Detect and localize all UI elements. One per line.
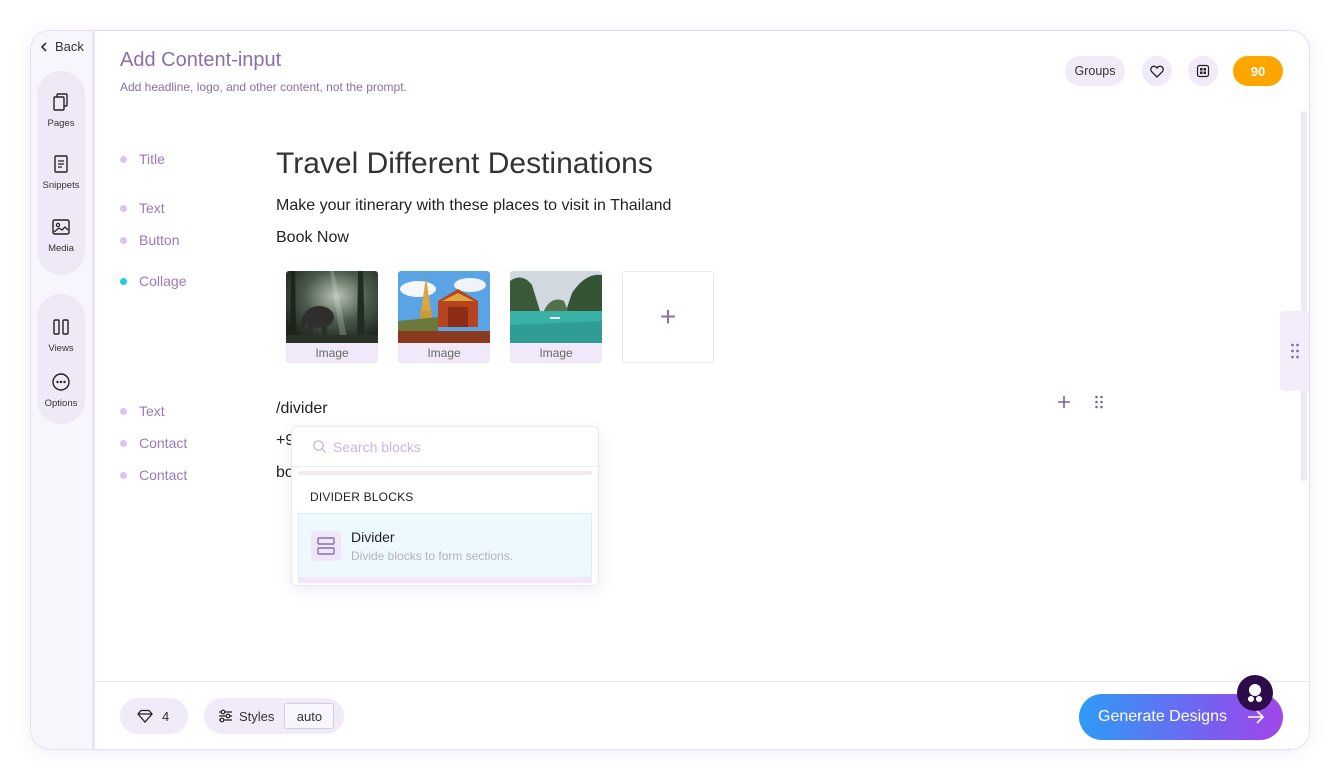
thai-temple-image <box>398 271 490 343</box>
tropical-bay-image <box>510 271 602 343</box>
groups-button[interactable]: Groups <box>1065 56 1125 86</box>
arrow-right-icon <box>1248 710 1265 724</box>
scrollbar[interactable] <box>1301 111 1307 481</box>
field-label-text-2: Text <box>120 403 165 419</box>
rail-group-secondary: Views Options <box>37 294 85 424</box>
field-dot <box>120 204 127 212</box>
button-value[interactable]: Book Now <box>276 229 349 247</box>
elephant-forest-image <box>286 271 378 343</box>
text-value-2[interactable]: /divider <box>276 400 328 418</box>
styles-control[interactable]: Styles auto <box>204 698 344 734</box>
field-dot <box>120 155 127 163</box>
field-label-text: Contact <box>139 467 188 483</box>
field-label-text: Text <box>120 200 165 216</box>
favorite-button[interactable] <box>1142 56 1172 86</box>
rail-item-label: Pages <box>47 117 75 129</box>
rail-item-pages[interactable]: Pages <box>37 79 85 141</box>
chevron-left-icon <box>40 41 47 52</box>
media-icon <box>52 219 70 235</box>
collage-image-2[interactable]: Image <box>398 271 490 363</box>
field-label-contact: Contact <box>120 435 187 451</box>
field-label-text: Title <box>139 151 165 167</box>
field-label-text: Button <box>139 232 180 248</box>
field-label-contact-2: Contact <box>120 467 187 483</box>
block-search-row <box>292 427 598 467</box>
title-value[interactable]: Travel Different Destinations <box>276 147 653 181</box>
generate-label: Generate Designs <box>1098 708 1227 725</box>
field-label-text: Text <box>139 200 165 216</box>
field-label-title: Title <box>120 151 165 167</box>
rail-item-media[interactable]: Media <box>37 204 85 267</box>
field-dot <box>120 439 127 447</box>
collage-image-3[interactable]: Image <box>510 271 602 363</box>
heart-icon <box>1150 65 1164 78</box>
drag-dots-icon <box>1095 395 1103 409</box>
option-text: Divider Divide blocks to form sections. <box>351 529 513 563</box>
assistant-icon <box>1248 684 1262 702</box>
left-rail: Back Pages Snippets Media Views Options <box>31 31 95 749</box>
collage-image-1[interactable]: Image <box>286 271 378 363</box>
image-caption: Image <box>398 343 490 363</box>
gem-icon <box>137 709 153 723</box>
footer-bar: 4 Styles auto Generate Designs <box>95 681 1309 749</box>
page-title: Add Content-input <box>120 49 282 71</box>
option-description: Divide blocks to form sections. <box>351 549 514 563</box>
rail-item-label: Views <box>48 342 74 354</box>
groups-label: Groups <box>1074 64 1116 78</box>
field-label-collage: Collage <box>120 273 186 289</box>
rail-item-label: Media <box>48 243 74 254</box>
styles-label: Styles <box>239 708 275 724</box>
back-button[interactable]: Back <box>39 39 84 54</box>
layout-grid-icon <box>1196 64 1210 78</box>
block-picker-dropdown: DIVIDER BLOCKS Divider Divide blocks to … <box>291 426 599 586</box>
gem-count: 4 <box>162 708 170 724</box>
field-dot <box>120 236 127 244</box>
app-window: Back Pages Snippets Media Views Options … <box>30 30 1310 750</box>
option-accent-bar <box>298 577 592 583</box>
field-label-text: Contact <box>139 435 188 451</box>
image-caption: Image <box>286 343 378 363</box>
page-subtitle: Add headline, logo, and other content, n… <box>120 80 407 94</box>
divider-block-icon-wrap <box>311 531 341 561</box>
text-value[interactable]: Make your itinerary with these places to… <box>276 197 671 215</box>
divider-icon <box>317 537 335 555</box>
views-icon <box>53 318 69 335</box>
plus-label: + <box>659 301 677 332</box>
back-label: Back <box>55 39 84 54</box>
field-label-button: Button <box>120 232 179 248</box>
field-dot <box>120 471 127 479</box>
rail-item-options[interactable]: Options <box>37 366 85 414</box>
drag-handle[interactable] <box>1094 394 1104 415</box>
credits-value: 90 <box>1250 63 1266 79</box>
rail-item-label: Options <box>44 397 78 409</box>
layout-button[interactable] <box>1188 56 1218 86</box>
field-label-text: Collage <box>139 273 187 289</box>
divider-block-option[interactable]: Divider Divide blocks to form sections. <box>298 513 592 579</box>
block-search-input[interactable] <box>333 438 573 455</box>
credits-badge[interactable]: 90 <box>1233 56 1283 86</box>
help-assistant-button[interactable] <box>1237 675 1273 711</box>
rail-group-primary: Pages Snippets Media <box>37 71 85 275</box>
gem-count-button[interactable]: 4 <box>120 698 188 734</box>
field-label-text: Text <box>139 403 165 419</box>
field-dot-active <box>120 277 127 285</box>
sliders-icon <box>219 709 232 723</box>
add-image-button[interactable]: + <box>622 271 714 363</box>
plus-icon <box>1058 396 1070 408</box>
add-block-button[interactable] <box>1056 394 1072 415</box>
field-dot <box>120 407 127 415</box>
pages-icon <box>53 92 68 111</box>
rail-item-snippets[interactable]: Snippets <box>37 141 85 204</box>
option-title: Divider <box>351 529 395 545</box>
options-icon <box>52 372 70 391</box>
drag-dots-icon <box>1291 343 1299 359</box>
rail-item-views[interactable]: Views <box>37 304 85 366</box>
side-panel-handle[interactable] <box>1280 311 1309 391</box>
snippets-icon <box>54 155 68 173</box>
image-caption: Image <box>510 343 602 363</box>
rail-item-label: Snippets <box>42 180 80 191</box>
styles-value-select[interactable]: auto <box>284 703 335 729</box>
section-header: DIVIDER BLOCKS <box>310 490 414 504</box>
search-icon <box>313 440 327 454</box>
